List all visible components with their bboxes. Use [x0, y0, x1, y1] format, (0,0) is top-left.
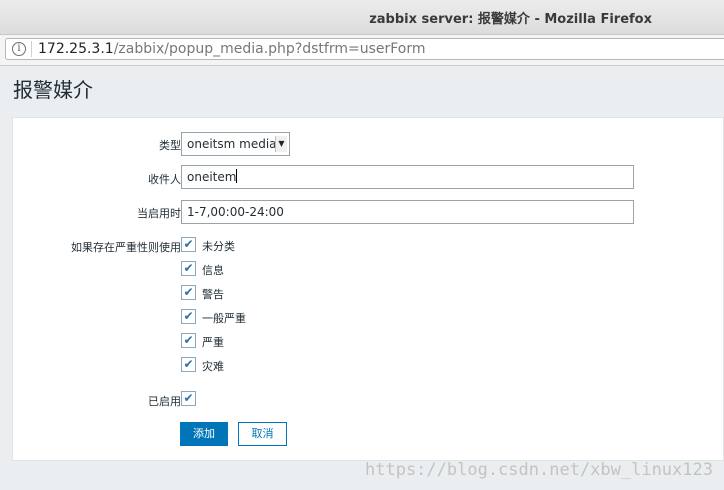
severity-option-label: 灾难: [202, 360, 224, 373]
checkbox-checked-icon[interactable]: ✔: [181, 391, 196, 406]
text-caret: [236, 169, 238, 183]
url-bar: i 172.25.3.1/zabbix/popup_media.php?dstf…: [0, 35, 724, 66]
checkbox-checked-icon[interactable]: ✔: [181, 285, 196, 300]
url-path: /zabbix/popup_media.php?dstfrm=userForm: [113, 41, 426, 57]
cancel-button[interactable]: 取消: [238, 422, 287, 446]
sendto-label: 收件人: [148, 173, 181, 186]
type-label: 类型: [159, 139, 181, 152]
checkbox-checked-icon[interactable]: ✔: [181, 309, 196, 324]
sendto-input[interactable]: oneitem: [181, 165, 634, 189]
severity-label: 如果存在严重性则使用: [71, 241, 181, 254]
checkbox-checked-icon[interactable]: ✔: [181, 333, 196, 348]
url-host: 172.25.3.1: [38, 41, 114, 57]
severity-option-label: 警告: [202, 288, 224, 301]
period-value: 1-7,00:00-24:00: [187, 205, 284, 219]
enabled-label: 已启用: [148, 395, 181, 408]
sendto-value: oneitem: [187, 170, 237, 184]
type-select-value: oneitsm media: [187, 137, 277, 151]
period-input[interactable]: 1-7,00:00-24:00: [181, 200, 634, 224]
watermark: https://blog.csdn.net/xbw_linux123: [365, 460, 713, 480]
add-button[interactable]: 添加: [180, 422, 228, 446]
address-field[interactable]: i 172.25.3.1/zabbix/popup_media.php?dstf…: [5, 38, 724, 60]
url-separator: [31, 41, 32, 57]
severity-option-label: 一般严重: [202, 312, 246, 325]
media-form: 类型 oneitsm media ▼ 收件人 oneitem 当启用时 1-7,…: [12, 117, 724, 461]
severity-option-label: 未分类: [202, 240, 235, 253]
dropdown-arrow-icon[interactable]: ▼: [275, 136, 287, 152]
period-label: 当启用时: [137, 207, 181, 220]
checkbox-checked-icon[interactable]: ✔: [181, 261, 196, 276]
window-title: zabbix server: 报警媒介 - Mozilla Firefox: [369, 12, 652, 27]
checkbox-checked-icon[interactable]: ✔: [181, 237, 196, 252]
checkbox-checked-icon[interactable]: ✔: [181, 357, 196, 372]
url-text[interactable]: 172.25.3.1/zabbix/popup_media.php?dstfrm…: [38, 41, 426, 57]
info-icon[interactable]: i: [12, 42, 26, 56]
type-select[interactable]: oneitsm media ▼: [181, 132, 290, 156]
window-titlebar: zabbix server: 报警媒介 - Mozilla Firefox: [0, 0, 724, 35]
page-title: 报警媒介: [13, 78, 93, 102]
severity-option-label: 信息: [202, 264, 224, 277]
severity-option-label: 严重: [202, 336, 224, 349]
